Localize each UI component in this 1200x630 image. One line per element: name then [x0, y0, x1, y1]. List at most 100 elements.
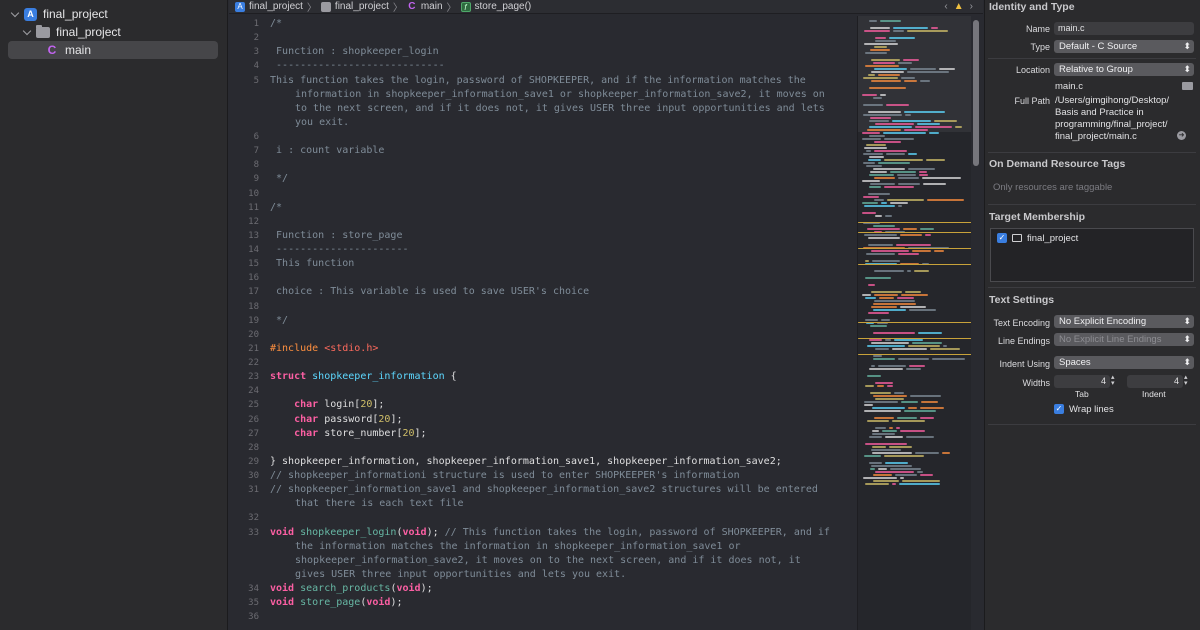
- indent-using-popup[interactable]: Spaces: [1054, 356, 1194, 369]
- line-number: 33: [248, 528, 259, 538]
- minimap-line: [873, 355, 882, 357]
- minimap-line: [875, 398, 904, 400]
- minimap-line: [900, 430, 925, 432]
- chevron-down-icon[interactable]: [10, 9, 20, 19]
- folder-icon: [320, 1, 331, 12]
- widths-label: Widths: [1022, 378, 1050, 388]
- jump-bar: A final_project 〉 final_project 〉 C main…: [229, 0, 983, 14]
- jumpbar-item-function[interactable]: f store_page(): [460, 1, 531, 12]
- minimap-highlight: [858, 248, 971, 249]
- name-field[interactable]: main.c: [1054, 22, 1194, 35]
- jumpbar-item-group[interactable]: final_project: [320, 1, 389, 12]
- minimap-line: [892, 483, 896, 485]
- minimap-line: [865, 260, 869, 262]
- minimap-highlight: [858, 232, 971, 233]
- checkbox-checked-icon[interactable]: ✓: [997, 233, 1007, 244]
- minimap-line: [863, 196, 879, 198]
- tab-width-field[interactable]: 4: [1054, 375, 1110, 388]
- minimap-line: [898, 183, 920, 185]
- minimap-line: [923, 183, 946, 185]
- minimap-line: [885, 462, 908, 464]
- line-endings-popup[interactable]: No Explicit Line Endings: [1054, 333, 1194, 346]
- folder-icon[interactable]: [1182, 82, 1193, 90]
- line-number: 30: [248, 471, 259, 481]
- jumpbar-item-file[interactable]: C main: [407, 0, 442, 12]
- code-line: ​: [270, 511, 850, 525]
- minimap-line: [871, 306, 897, 308]
- code-line: char password[20];: [294, 413, 403, 425]
- minimap-line: [872, 407, 905, 409]
- line-number: 6: [253, 132, 259, 142]
- folder-icon: [36, 24, 50, 38]
- c-file-icon: C: [47, 43, 57, 57]
- minimap-line: [867, 375, 881, 377]
- minimap-line: [905, 114, 911, 116]
- wrap-lines-option[interactable]: ✓ Wrap lines: [1054, 404, 1114, 415]
- minimap-line: [885, 436, 903, 438]
- checkbox-checked-icon[interactable]: ✓: [1054, 404, 1064, 415]
- minimap-line: [870, 325, 887, 327]
- minimap-line: [871, 449, 901, 451]
- minimap-line: [866, 165, 882, 167]
- location-popup[interactable]: Relative to Group: [1054, 63, 1194, 76]
- minimap-line: [868, 312, 889, 314]
- minimap-line: [865, 297, 876, 299]
- jumpbar-item-project[interactable]: A final_project: [235, 1, 303, 12]
- minimap-line: [920, 474, 933, 476]
- line-number: 26: [248, 415, 259, 425]
- minimap-line: [873, 480, 899, 482]
- fullpath-line: final_project/main.c: [1055, 131, 1137, 142]
- nav-item-project[interactable]: A final_project: [10, 5, 108, 23]
- minimap-line: [919, 174, 928, 176]
- code-line: void search_products(void);: [270, 583, 433, 594]
- line-number: 19: [248, 316, 259, 326]
- fullpath-label: Full Path: [1014, 96, 1050, 106]
- tab-stepper-icon[interactable]: ▴ ▾: [1111, 374, 1118, 388]
- minimap-line: [896, 427, 900, 429]
- minimap-line: [864, 404, 873, 406]
- minimap-line: [863, 477, 897, 479]
- code-line: // shopkeeper_information_save1 and shop…: [270, 484, 818, 510]
- code-line: void store_page(void);: [270, 597, 403, 609]
- reveal-arrow-icon[interactable]: ➜: [1177, 131, 1186, 140]
- minimap-line: [908, 345, 940, 347]
- minimap-line: [867, 228, 900, 230]
- minimap-line: [884, 455, 924, 457]
- minimap-line: [893, 27, 928, 29]
- minimap-line: [904, 80, 917, 82]
- vertical-scrollbar[interactable]: [973, 20, 979, 166]
- line-number: 11: [248, 203, 259, 213]
- minimap-line: [868, 237, 900, 239]
- minimap[interactable]: [857, 16, 971, 630]
- minimap-line: [887, 199, 924, 201]
- code-line: Function : store_page: [270, 229, 403, 241]
- code-line: This function: [270, 258, 355, 270]
- c-file-icon: C: [408, 0, 416, 12]
- minimap-line: [878, 74, 900, 76]
- line-number: 10: [248, 189, 259, 199]
- code-line: ​: [270, 31, 850, 45]
- chevron-left-icon[interactable]: ‹: [944, 1, 947, 12]
- nav-item-group[interactable]: final_project: [22, 23, 121, 41]
- code-line: char store_number[20];: [294, 427, 427, 439]
- location-label: Location: [1015, 65, 1050, 75]
- minimap-line: [889, 446, 912, 448]
- nav-item-file[interactable]: C main: [45, 41, 91, 59]
- indent-width-field[interactable]: 4: [1127, 375, 1183, 388]
- encoding-popup[interactable]: No Explicit Encoding: [1054, 315, 1194, 328]
- chevron-down-icon[interactable]: [22, 27, 32, 37]
- code-area[interactable]: /* ​ Function : shopkeeper_login -------…: [270, 17, 850, 624]
- indent-stepper-icon[interactable]: ▴ ▾: [1184, 374, 1191, 388]
- minimap-line: [908, 168, 935, 170]
- minimap-line: [879, 297, 894, 299]
- code-line: i : count variable: [270, 145, 385, 157]
- warning-icon[interactable]: ▲: [954, 1, 964, 12]
- code-line: /*: [270, 18, 283, 29]
- chevron-right-icon[interactable]: ›: [970, 1, 973, 12]
- minimap-highlight: [858, 338, 971, 339]
- type-popup[interactable]: Default - C Source: [1054, 40, 1194, 53]
- minimap-line: [925, 234, 931, 236]
- line-number: 23: [248, 372, 259, 382]
- target-item[interactable]: ✓ final_project: [997, 233, 1078, 244]
- line-number: 21: [248, 344, 259, 354]
